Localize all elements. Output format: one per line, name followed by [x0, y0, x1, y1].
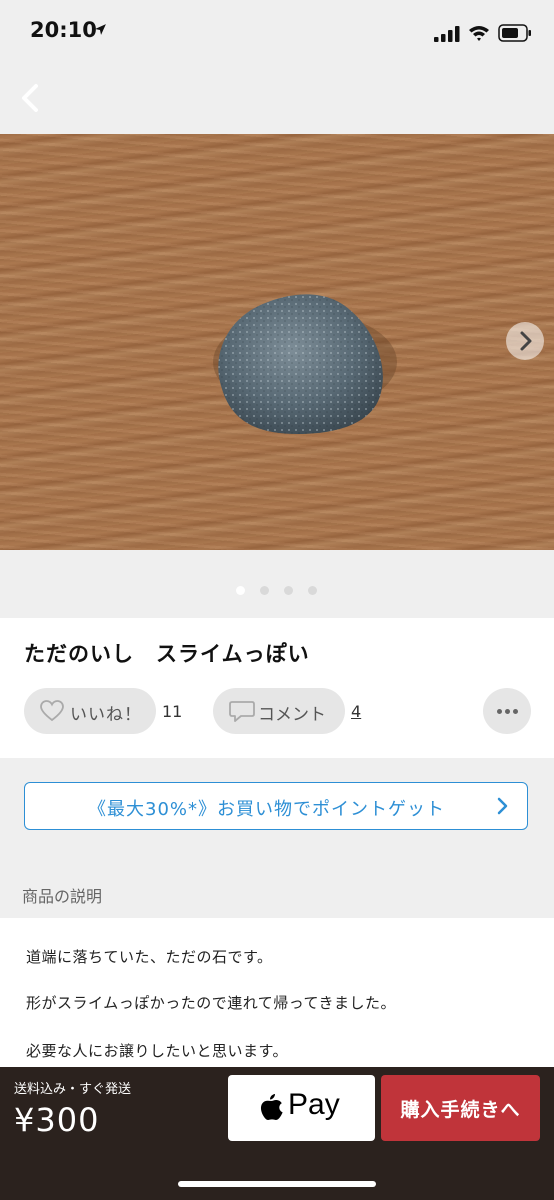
- point-promo-text: 《最大30%*》お買い物でポイントゲット: [88, 799, 446, 820]
- comment-bubble-icon: [229, 701, 255, 722]
- back-button[interactable]: [10, 76, 54, 120]
- status-time: 20:10: [30, 18, 97, 42]
- next-image-button[interactable]: [506, 322, 544, 360]
- pagination-dot-4[interactable]: [308, 586, 317, 595]
- wifi-icon: [469, 26, 489, 41]
- description-line: 必要な人にお譲りしたいと思います。: [26, 1042, 289, 1060]
- comment-count-link[interactable]: 4: [351, 702, 361, 721]
- apple-pay-label: Pay: [288, 1088, 340, 1121]
- pagination-dot-1[interactable]: [236, 586, 245, 595]
- price: ¥300: [14, 1101, 100, 1139]
- product-title: ただのいし スライムっぽい: [24, 642, 310, 666]
- comment-label: コメント: [258, 705, 326, 725]
- location-arrow-icon: [95, 24, 106, 35]
- apple-logo-icon: [260, 1094, 283, 1120]
- description-line: 形がスライムっぽかったので連れて帰ってきました。: [26, 994, 397, 1012]
- description-line: 道端に落ちていた、ただの石です。: [26, 948, 273, 966]
- cellular-signal-icon: [434, 26, 460, 42]
- purchase-button-label: 購入手続きへ: [400, 1099, 521, 1121]
- like-label: いいね！: [70, 705, 142, 725]
- nav-bar: [0, 68, 554, 134]
- shipping-info: 送料込み・すぐ発送: [14, 1082, 132, 1097]
- battery-icon: [498, 24, 531, 42]
- more-dot: [505, 709, 510, 714]
- stone-image: [213, 294, 397, 434]
- pagination-dot-3[interactable]: [284, 586, 293, 595]
- chevron-right-icon: [497, 797, 508, 815]
- home-indicator[interactable]: [178, 1181, 376, 1187]
- product-image[interactable]: [0, 134, 554, 550]
- more-dot: [497, 709, 502, 714]
- pagination-dot-2[interactable]: [260, 586, 269, 595]
- more-dot: [513, 709, 518, 714]
- image-pagination: [0, 582, 554, 602]
- more-options-button[interactable]: [483, 688, 531, 734]
- like-count: 11: [162, 702, 183, 721]
- heart-icon: [40, 700, 64, 722]
- description-heading: 商品の説明: [22, 887, 103, 906]
